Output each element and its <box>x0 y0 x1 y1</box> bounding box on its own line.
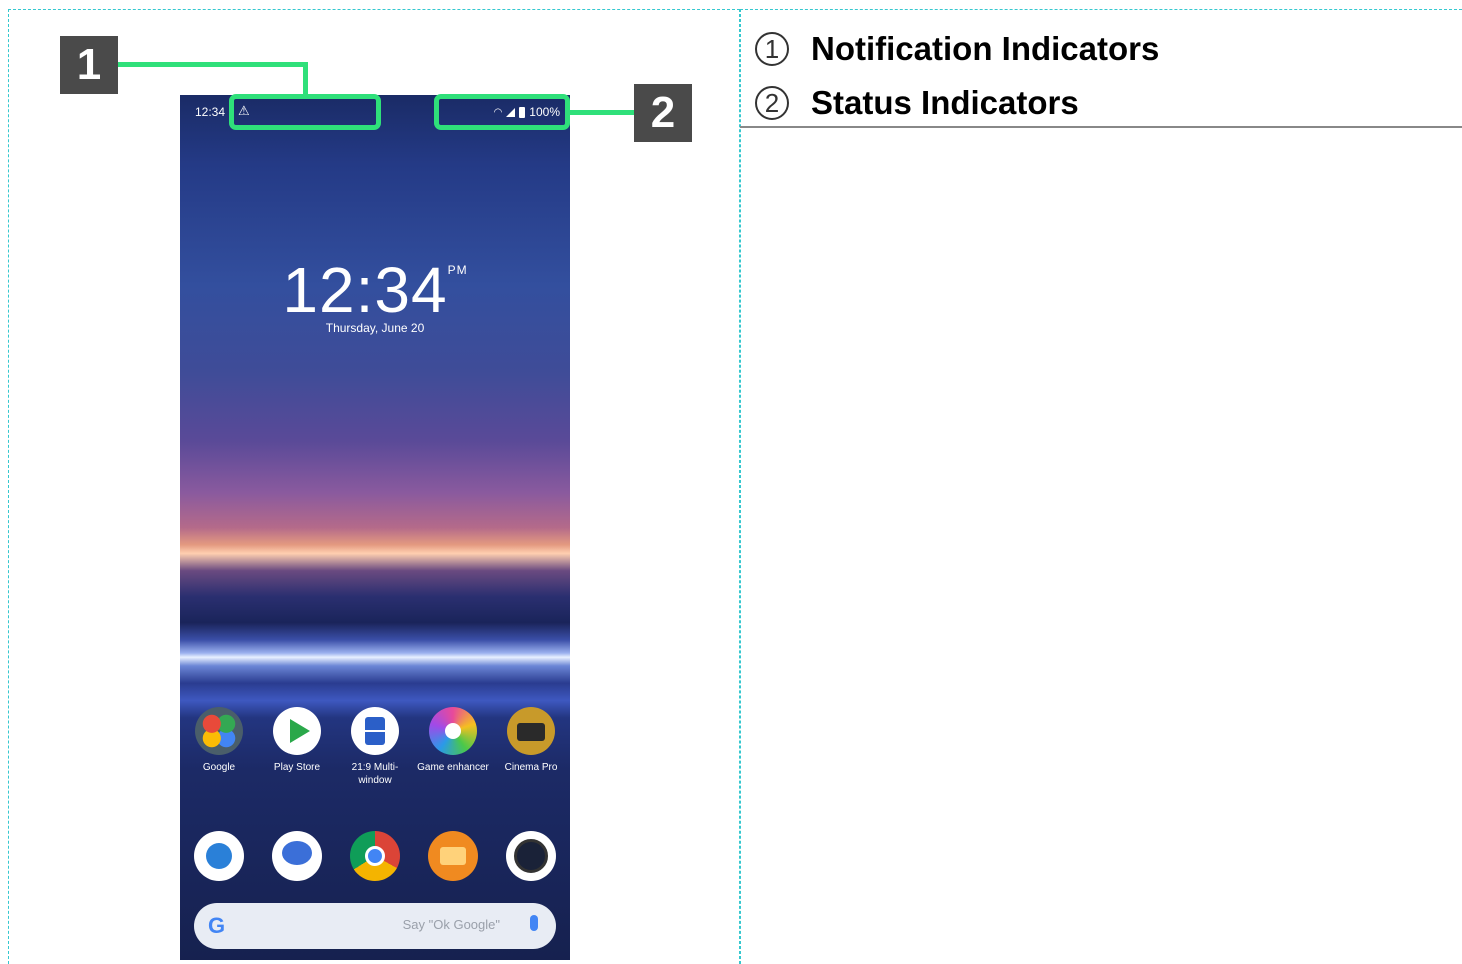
legend-rule <box>740 126 1462 128</box>
multi-window-icon <box>351 707 399 755</box>
app-multi-window[interactable]: 21:9 Multi-window <box>339 707 411 787</box>
google-search-bar[interactable]: G Say "Ok Google" <box>194 903 556 949</box>
clock-date: Thursday, June 20 <box>325 321 425 335</box>
app-google[interactable]: Google <box>183 707 255 787</box>
status-time: 12:34 <box>195 105 226 119</box>
dock <box>180 831 570 881</box>
play-store-icon <box>273 707 321 755</box>
app-label: Cinema Pro <box>504 762 558 773</box>
legend-item-1: 1 Notification Indicators <box>755 22 1159 76</box>
app-row: Google Play Store 21:9 Multi-window Game… <box>180 707 570 787</box>
google-logo-icon: G <box>208 913 226 938</box>
phone-icon[interactable] <box>194 831 244 881</box>
app-label: Google <box>202 762 236 773</box>
album-icon[interactable] <box>428 831 478 881</box>
app-label: 21:9 Multi-window <box>351 762 399 786</box>
app-cinema-pro[interactable]: Cinema Pro <box>495 707 567 787</box>
clock-ampm: PM <box>447 263 468 277</box>
callout-1-connector <box>118 62 308 67</box>
legend-text-2: Status Indicators <box>811 84 1079 121</box>
callout-1-connector-drop <box>303 62 308 96</box>
callout-1: 1 <box>60 36 118 94</box>
legend: 1 Notification Indicators 2 Status Indic… <box>755 22 1159 130</box>
legend-frame-top <box>740 9 1462 10</box>
app-label: Game enhancer <box>417 762 489 773</box>
callout-2-connector <box>568 110 634 115</box>
legend-marker-2: 2 <box>755 86 789 120</box>
app-label: Play Store <box>273 762 321 773</box>
chrome-icon[interactable] <box>350 831 400 881</box>
app-game-enhancer[interactable]: Game enhancer <box>417 707 489 787</box>
phone-screen: 12:34 ⚠ ◠ 100% 12:34PM Thursday, June 20… <box>180 95 570 960</box>
clock-time: 12:34 <box>282 254 448 326</box>
search-placeholder: Say "Ok Google" <box>402 917 500 932</box>
legend-divider <box>740 9 742 964</box>
lock-clock: 12:34PM <box>180 253 570 327</box>
camera-icon[interactable] <box>506 831 556 881</box>
callout-2: 2 <box>634 84 692 142</box>
legend-item-2: 2 Status Indicators <box>755 76 1159 130</box>
status-indicators-highlight <box>434 94 570 130</box>
mic-icon[interactable] <box>530 915 538 931</box>
app-play-store[interactable]: Play Store <box>261 707 333 787</box>
messages-icon[interactable] <box>272 831 322 881</box>
notification-indicators-highlight <box>229 94 381 130</box>
google-folder-icon <box>195 707 243 755</box>
legend-marker-1: 1 <box>755 32 789 66</box>
game-enhancer-icon <box>429 707 477 755</box>
legend-text-1: Notification Indicators <box>811 30 1160 67</box>
cinema-pro-icon <box>507 707 555 755</box>
